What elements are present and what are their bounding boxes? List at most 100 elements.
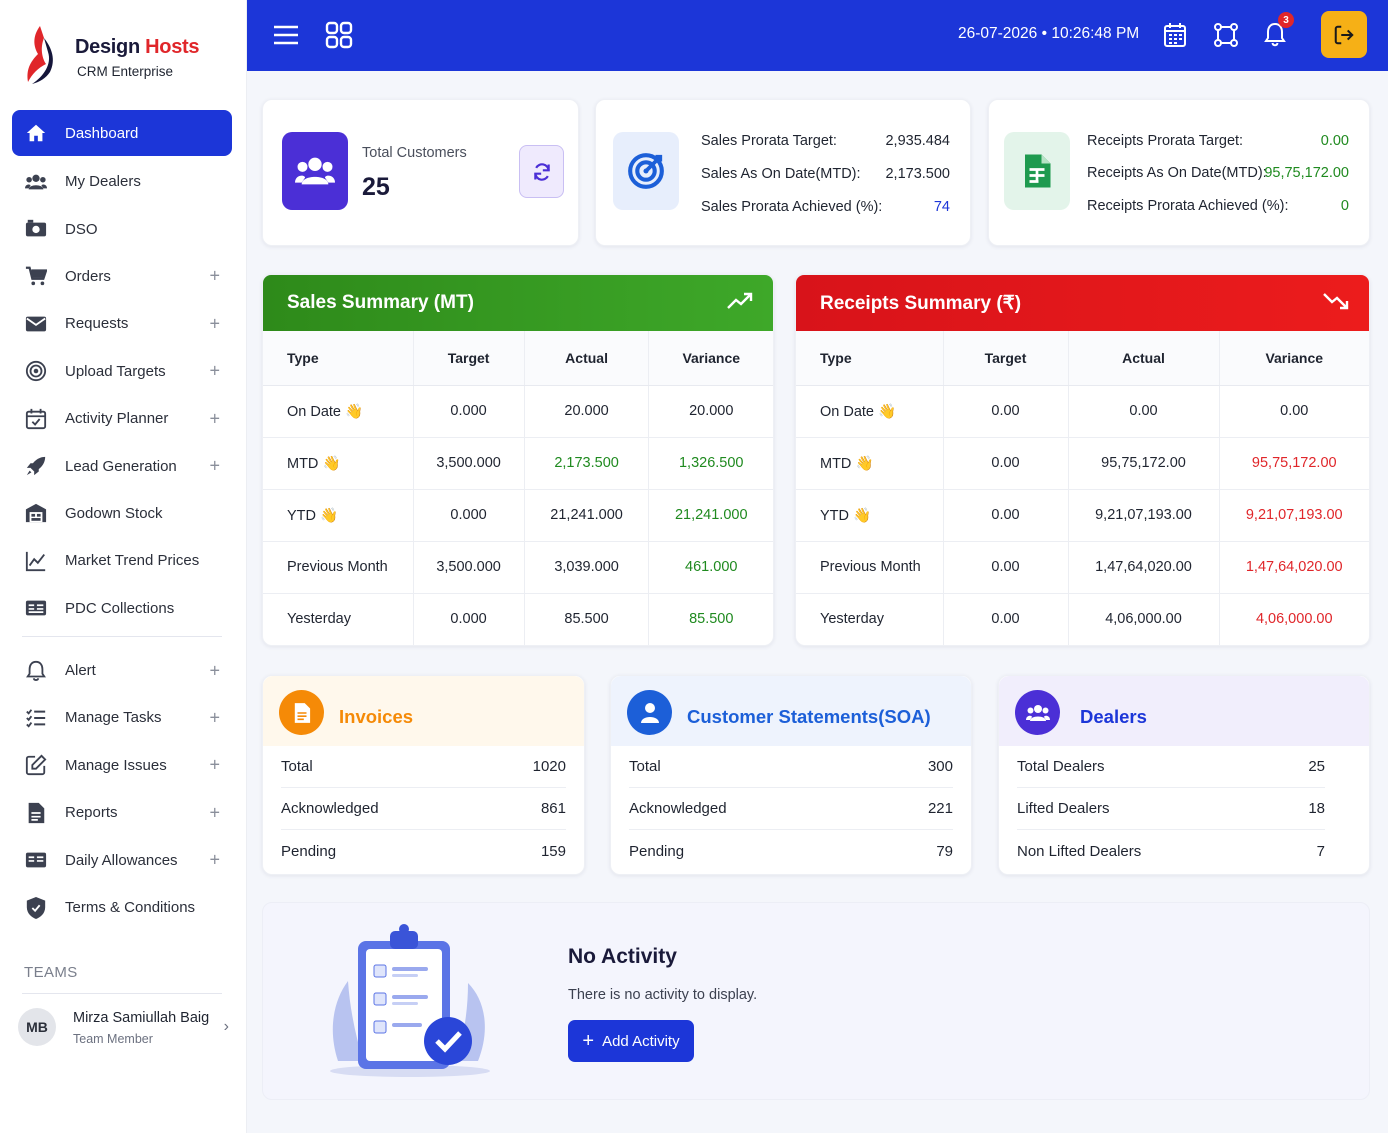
- row-target: 3,500.000: [413, 437, 525, 490]
- sidebar-item-my-dealers[interactable]: My Dealers: [12, 158, 232, 205]
- wallet-icon: [24, 848, 48, 872]
- calendar-icon: [1164, 23, 1186, 47]
- row-target: 0.000: [413, 489, 525, 542]
- sidebar-item-manage-issues[interactable]: Manage Issues +: [12, 742, 232, 789]
- row-variance: 21,241.000: [648, 489, 773, 542]
- team-member[interactable]: MB Mirza Samiullah Baig Team Member ›: [18, 1004, 233, 1054]
- row-target: 0.00: [943, 437, 1069, 490]
- sidebar-item-dashboard[interactable]: Dashboard: [12, 110, 232, 156]
- users-icon: [282, 132, 348, 210]
- invoices-title: Invoices: [339, 706, 414, 727]
- sidebar-item-orders[interactable]: Orders +: [12, 253, 232, 300]
- column-header: Type: [263, 331, 414, 386]
- sidebar-item-label: Activity Planner: [65, 410, 169, 428]
- hand-icon: 👋: [322, 455, 341, 472]
- row-type: On Date 👋: [263, 385, 414, 438]
- member-name: Mirza Samiullah Baig: [73, 1010, 210, 1026]
- row-target: 0.00: [943, 489, 1069, 542]
- total-customers-label: Total Customers: [362, 145, 467, 161]
- table-row: Yesterday 0.000 85.500 85.500: [263, 593, 773, 645]
- sidebar-item-label: Terms & Conditions: [65, 899, 196, 917]
- sidebar-item-alert[interactable]: Alert +: [12, 647, 232, 694]
- sidebar: Design Hosts CRM Enterprise Dashboard My…: [0, 0, 247, 1133]
- sidebar-item-godown-stock[interactable]: Godown Stock: [12, 490, 232, 537]
- expand-icon[interactable]: +: [209, 266, 220, 287]
- total-customers-card: Total Customers 25: [262, 99, 579, 246]
- list-item: Pending 159: [281, 842, 566, 860]
- add-activity-button[interactable]: + Add Activity: [568, 1020, 694, 1062]
- row-actual: 3,039.000: [524, 541, 650, 594]
- top-bar: 26-07-2026 • 10:26:48 PM 3: [247, 0, 1388, 71]
- row-variance: 95,75,172.00: [1219, 437, 1369, 490]
- dealers-card[interactable]: Dealers Total Dealers 25 Lifted Dealers 18…: [998, 675, 1370, 875]
- row-actual: 20.000: [524, 385, 650, 438]
- expand-icon[interactable]: +: [209, 755, 220, 776]
- apps-button[interactable]: [322, 18, 356, 52]
- activity-title: No Activity: [568, 945, 677, 968]
- column-header: Variance: [1219, 331, 1369, 386]
- sidebar-item-upload-targets[interactable]: Upload Targets +: [12, 348, 232, 395]
- menu-toggle-button[interactable]: [269, 18, 303, 52]
- hamburger-icon: [274, 25, 298, 45]
- expand-icon[interactable]: +: [209, 802, 220, 823]
- sidebar-item-label: Daily Allowances: [65, 851, 178, 869]
- row-type: Previous Month: [796, 541, 944, 594]
- customer-statements-card[interactable]: Customer Statements(SOA) Total 300 Acknow…: [610, 675, 972, 875]
- notifications-button[interactable]: 3: [1258, 12, 1294, 52]
- sidebar-item-pdc-collections[interactable]: PDC Collections: [12, 585, 232, 632]
- sales-prorata-card: Sales Prorata Target: 2,935.484 Sales As…: [595, 99, 971, 246]
- sidebar-item-label: Alert: [65, 662, 96, 680]
- sidebar-item-manage-tasks[interactable]: Manage Tasks +: [12, 694, 232, 741]
- logout-button[interactable]: [1321, 11, 1367, 58]
- chart-line-icon: [24, 549, 48, 573]
- sidebar-item-lead-generation[interactable]: Lead Generation +: [12, 442, 232, 489]
- sidebar-item-daily-allowances[interactable]: Daily Allowances +: [12, 836, 232, 883]
- expand-icon[interactable]: +: [209, 850, 220, 871]
- table-header-row: Type Target Actual Variance: [796, 331, 1369, 386]
- expand-icon[interactable]: +: [209, 707, 220, 728]
- expand-icon[interactable]: +: [209, 361, 220, 382]
- money-icon: [24, 217, 48, 241]
- receipts-prorata-target-value: 0.00: [1320, 133, 1349, 149]
- sidebar-item-label: Orders: [65, 267, 111, 285]
- sidebar-item-terms-conditions[interactable]: Terms & Conditions: [12, 884, 232, 931]
- sidebar-item-label: Reports: [65, 804, 118, 822]
- sidebar-item-dso[interactable]: DSO: [12, 205, 232, 252]
- sidebar-item-activity-planner[interactable]: Activity Planner +: [12, 395, 232, 442]
- sidebar-item-reports[interactable]: Reports +: [12, 789, 232, 836]
- row-actual: 4,06,000.00: [1068, 593, 1220, 645]
- receipts-summary-title: Receipts Summary (₹): [820, 292, 1022, 314]
- sidebar-item-label: Dashboard: [65, 124, 139, 142]
- expand-icon[interactable]: +: [209, 660, 220, 681]
- receipts-summary-header: Receipts Summary (₹): [796, 275, 1369, 331]
- row-type: YTD 👋: [796, 489, 944, 542]
- activity-panel: No Activity There is no activity to disp…: [262, 902, 1370, 1100]
- sidebar-item-market-trend-prices[interactable]: Market Trend Prices: [12, 537, 232, 584]
- target-icon: [24, 359, 48, 383]
- row-variance: 1,326.500: [648, 437, 773, 490]
- invoices-card[interactable]: Invoices Total 1020 Acknowledged 861 Pendi…: [262, 675, 585, 875]
- shield-icon: [24, 896, 48, 920]
- brand-logo[interactable]: Design Hosts CRM Enterprise: [22, 24, 232, 88]
- sales-prorata-target-label: Sales Prorata Target:: [701, 133, 837, 149]
- expand-icon[interactable]: +: [209, 313, 220, 334]
- row-target: 0.00: [943, 541, 1069, 594]
- row-variance: 0.00: [1219, 385, 1369, 438]
- receipts-summary-table: Type Target Actual Variance On Date 👋 0.…: [796, 331, 1369, 645]
- sidebar-item-label: My Dealers: [65, 173, 141, 191]
- row-actual: 9,21,07,193.00: [1068, 489, 1220, 542]
- sidebar-item-requests[interactable]: Requests +: [12, 300, 232, 347]
- list-item: Total 1020: [281, 746, 566, 788]
- expand-icon[interactable]: +: [209, 408, 220, 429]
- sidebar-item-label: Requests: [65, 315, 129, 333]
- calendar-button[interactable]: [1158, 18, 1192, 52]
- expand-icon[interactable]: +: [209, 456, 220, 477]
- fullscreen-button[interactable]: [1209, 18, 1243, 52]
- user-icon: [627, 690, 672, 735]
- rocket-icon: [24, 454, 48, 478]
- row-actual: 1,47,64,020.00: [1068, 541, 1220, 594]
- refresh-button[interactable]: [519, 145, 564, 198]
- table-row: YTD 👋 0.00 9,21,07,193.00 9,21,07,193.00: [796, 489, 1369, 542]
- receipts-achieved-value: 0: [1340, 198, 1349, 214]
- grid-icon: [325, 21, 353, 49]
